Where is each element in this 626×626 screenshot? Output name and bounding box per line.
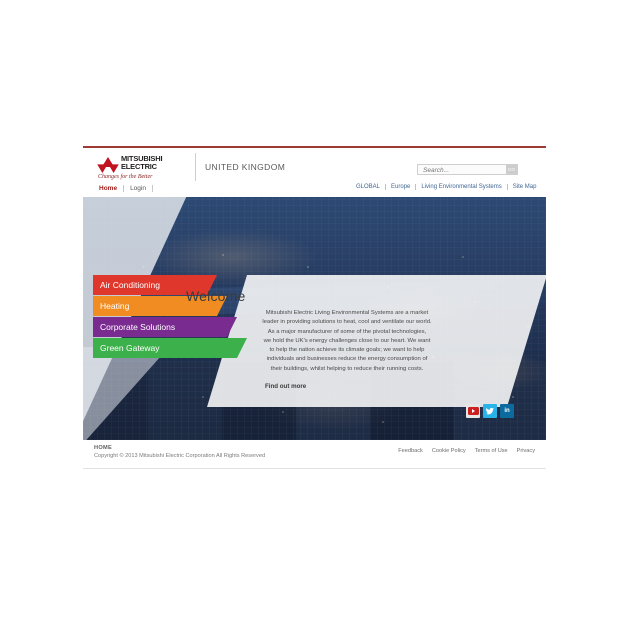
social-links: in [466,404,514,418]
search-input[interactable] [418,165,513,176]
logo-word-line2: ELECTRIC [121,162,157,172]
utility-link-living-environmental-systems[interactable]: Living Environmental Systems [416,184,506,190]
welcome-body: Mitsubishi Electric Living Environmental… [207,309,487,374]
footer-link-cookie-policy[interactable]: Cookie Policy [432,448,466,454]
category-label: Corporate Solutions [100,322,176,332]
nav-item-login[interactable]: Login [124,185,152,192]
twitter-bird-glyph [485,407,495,415]
linkedin-glyph: in [504,408,510,414]
mitsubishi-diamonds-icon [97,157,119,173]
site-header: MITSUBISHI ELECTRIC Changes for the Bett… [83,148,546,197]
footer-link-terms-of-use[interactable]: Terms of Use [475,448,508,454]
search-box[interactable]: GO [417,164,518,176]
footer-link-feedback[interactable]: Feedback [398,448,423,454]
logo-tagline: Changes for the Better [98,174,153,180]
footer-copyright: Copyright © 2013 Mitsubishi Electric Cor… [94,453,266,459]
welcome-line: to help the nation achieve its climate g… [269,347,425,354]
category-label: Air Conditioning [100,280,161,290]
welcome-line: Mitsubishi Electric Living Environmental… [265,310,429,316]
nav-item-home[interactable]: Home [93,185,123,192]
footer-home-label[interactable]: HOME [94,445,112,451]
site-footer: HOME Copyright © 2013 Mitsubishi Electri… [83,440,546,469]
footer-links: Feedback Cookie Policy Terms of Use Priv… [398,448,535,454]
country-label: UNITED KINGDOM [205,162,286,172]
hero-banner: Air Conditioning Heating Corporate Solut… [83,197,546,440]
twitter-icon[interactable] [483,404,497,418]
logo-wordmark: MITSUBISHI ELECTRIC [121,154,163,172]
footer-link-privacy[interactable]: Privacy [517,448,535,454]
category-label: Heating [100,301,130,311]
youtube-icon[interactable] [466,404,480,418]
utility-link-site-map[interactable]: Site Map [508,184,542,190]
play-triangle-icon [471,409,475,413]
header-divider [195,153,196,181]
welcome-line: their buildings, whilst helping to reduc… [270,365,424,372]
utility-link-global[interactable]: GLOBAL [351,184,385,190]
search-go-button[interactable]: GO [506,165,517,174]
primary-nav: Home Login [93,185,153,192]
welcome-title: Welcome [186,288,246,304]
welcome-line: As a major manufacturer of some of the p… [267,328,427,335]
linkedin-icon[interactable]: in [500,404,514,418]
welcome-line: individuals and businesses reduce the en… [266,356,428,363]
youtube-glyph [467,407,479,415]
find-out-more-link[interactable]: Find out more [265,383,306,390]
welcome-line: we hold the UK's energy challenges close… [263,337,431,344]
category-label: Green Gateway [100,343,160,353]
page-root: MITSUBISHI ELECTRIC Changes for the Bett… [0,0,626,626]
nav-separator [151,185,153,192]
mitsubishi-electric-logo[interactable]: MITSUBISHI ELECTRIC Changes for the Bett… [97,154,185,182]
utility-nav: GLOBAL Europe Living Environmental Syste… [351,184,541,190]
utility-link-europe[interactable]: Europe [386,184,415,190]
welcome-line: leader in providing solutions to heat, c… [262,319,432,326]
